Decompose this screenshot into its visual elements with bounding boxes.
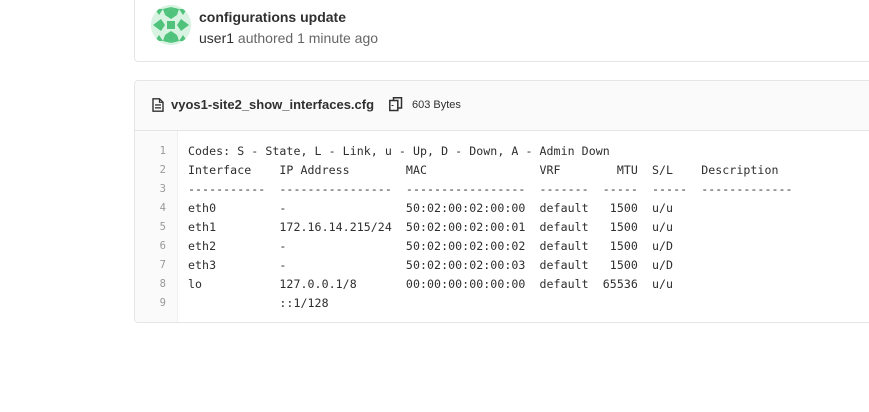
commit-title[interactable]: configurations update [199,9,346,25]
file-header: vyos1-site2_show_interfaces.cfg 603 Byte… [135,81,869,131]
code-view: 123456789 Codes: S - State, L - Link, u … [135,131,869,322]
code-line: eth2 - 50:02:00:02:00:02 default 1500 u/… [188,239,674,253]
commit-time-text: authored 1 minute ago [234,30,379,46]
file-text-icon [152,98,164,112]
line-number[interactable]: 2 [135,161,177,180]
line-number[interactable]: 7 [135,256,177,275]
copy-icon[interactable] [389,97,403,113]
code-line: Interface IP Address MAC VRF MTU S/L Des… [188,163,779,177]
line-number[interactable]: 1 [135,142,177,161]
code-line: ----------- ---------------- -----------… [188,182,793,196]
line-number[interactable]: 8 [135,275,177,294]
identicon-icon [151,5,191,45]
file-name[interactable]: vyos1-site2_show_interfaces.cfg [171,97,374,112]
code-line: eth0 - 50:02:00:02:00:00 default 1500 u/… [188,201,674,215]
code-line: eth3 - 50:02:00:02:00:03 default 1500 u/… [188,258,674,272]
code-line: Codes: S - State, L - Link, u - Up, D - … [188,144,610,158]
line-number[interactable]: 3 [135,180,177,199]
line-number[interactable]: 4 [135,199,177,218]
line-number[interactable]: 9 [135,294,177,313]
code-line: lo 127.0.0.1/8 00:00:00:00:00:00 default… [188,277,674,291]
code-content: Codes: S - State, L - Link, u - Up, D - … [178,131,793,322]
file-viewer: vyos1-site2_show_interfaces.cfg 603 Byte… [134,80,869,323]
file-size: 603 Bytes [412,99,461,111]
commit-author-link[interactable]: user1 [199,30,234,46]
line-number[interactable]: 6 [135,237,177,256]
code-line: eth1 172.16.14.215/24 50:02:00:02:00:01 … [188,220,674,234]
line-number[interactable]: 5 [135,218,177,237]
code-line: ::1/128 [188,296,329,310]
commit-meta: user1 authored 1 minute ago [199,30,378,46]
line-numbers: 123456789 [135,131,178,322]
user-avatar[interactable] [151,5,191,45]
